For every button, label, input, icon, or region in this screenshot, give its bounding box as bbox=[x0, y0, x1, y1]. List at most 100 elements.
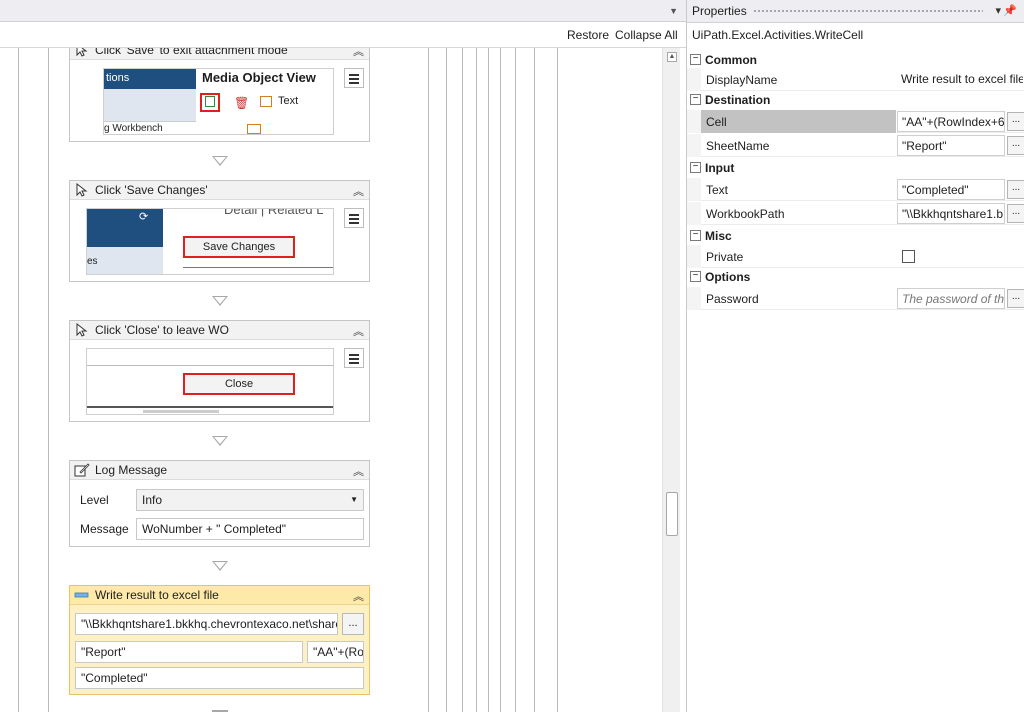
designer-vertical-scrollbar[interactable]: ▲ bbox=[662, 48, 680, 712]
thumb-text: tions bbox=[106, 72, 130, 84]
workbookpath-ellipsis-button[interactable]: ... bbox=[1007, 204, 1024, 223]
screenshot-thumbnail: ⟳ es Detail | Related L Save Changes bbox=[86, 208, 334, 275]
sequence-lane bbox=[534, 48, 535, 712]
sequence-lane bbox=[515, 48, 516, 712]
collapse-chevron-icon[interactable]: ︽ bbox=[353, 323, 364, 339]
workbook-path-input[interactable]: "\\Bkkhqntshare1.bkkhq.chevrontexaco.net… bbox=[75, 613, 338, 635]
collapse-toggle[interactable]: − bbox=[690, 162, 701, 173]
collapse-all-button[interactable]: Collapse All bbox=[615, 28, 678, 42]
category-name: Input bbox=[705, 161, 735, 175]
screenshot-thumbnail: tions g Workbench Media Object View 🗑 Te… bbox=[103, 68, 334, 135]
activity-click-close[interactable]: Click 'Close' to leave WO ︽ Close bbox=[69, 320, 370, 422]
collapse-chevron-icon[interactable]: ︽ bbox=[353, 588, 364, 604]
dropdown-icon[interactable]: ▾ bbox=[995, 4, 1001, 17]
collapse-toggle[interactable]: − bbox=[690, 54, 701, 65]
activity-header[interactable]: Click 'Close' to leave WO ︽ bbox=[70, 321, 369, 340]
sequence-lane bbox=[48, 48, 49, 712]
flow-connector-arrow bbox=[212, 561, 228, 571]
activity-header[interactable]: Log Message ︽ bbox=[70, 461, 369, 480]
cell-value-input[interactable]: "AA"+(RowIndex+6 bbox=[897, 111, 1005, 132]
property-name: Cell bbox=[706, 115, 727, 129]
cell-input[interactable]: "AA"+(Ro bbox=[307, 641, 364, 663]
designer-tab-strip: ▼ bbox=[0, 0, 686, 22]
sheet-name-input[interactable]: "Report" bbox=[75, 641, 303, 663]
workbook-path-browse-button[interactable]: ... bbox=[342, 613, 364, 635]
sequence-lane bbox=[488, 48, 489, 712]
text-ellipsis-button[interactable]: ... bbox=[1007, 180, 1024, 199]
activity-title: Click 'Save Changes' bbox=[95, 183, 208, 197]
sequence-lane bbox=[462, 48, 463, 712]
save-icon bbox=[205, 96, 215, 107]
collapse-chevron-icon[interactable]: ︽ bbox=[353, 48, 364, 59]
property-row-text[interactable]: Text "Completed" ... bbox=[687, 178, 1024, 201]
property-row-displayname[interactable]: DisplayName Write result to excel file bbox=[687, 68, 1024, 91]
category-misc: − Misc bbox=[687, 226, 1024, 246]
drag-grip[interactable] bbox=[753, 9, 983, 14]
activity-log-message[interactable]: Log Message ︽ Level Info ▼ Message WoNum… bbox=[69, 460, 370, 547]
property-row-cell[interactable]: Cell "AA"+(RowIndex+6 ... bbox=[687, 110, 1024, 133]
delete-icon: 🗑 bbox=[234, 96, 250, 110]
category-name: Common bbox=[705, 53, 757, 67]
activity-menu-button[interactable] bbox=[344, 68, 364, 88]
tab-dropdown-icon[interactable]: ▼ bbox=[669, 6, 678, 16]
cursor-arrow-icon bbox=[74, 322, 88, 337]
message-input[interactable]: WoNumber + " Completed" bbox=[136, 518, 364, 540]
property-name: SheetName bbox=[706, 139, 770, 153]
sheetname-ellipsis-button[interactable]: ... bbox=[1007, 136, 1024, 155]
workflow-designer: ▼ Restore Collapse All Click 'Save' to e… bbox=[0, 0, 686, 712]
activity-title: Click 'Close' to leave WO bbox=[95, 323, 229, 337]
private-checkbox[interactable] bbox=[902, 250, 915, 263]
text-input[interactable]: "Completed" bbox=[75, 667, 364, 689]
thumb-text: Text bbox=[278, 95, 299, 107]
category-name: Options bbox=[705, 270, 751, 284]
properties-panel: Properties ▾ 📌 UiPath.Excel.Activities.W… bbox=[686, 0, 1024, 712]
restore-button[interactable]: Restore bbox=[567, 28, 609, 42]
activity-type-name: UiPath.Excel.Activities.WriteCell bbox=[692, 28, 864, 42]
collapse-toggle[interactable]: − bbox=[690, 271, 701, 282]
activity-write-cell[interactable]: Write result to excel file ︽ "\\Bkkhqnts… bbox=[69, 585, 370, 695]
activity-menu-button[interactable] bbox=[344, 208, 364, 228]
activity-click-save[interactable]: Click 'Save' to exit attachment mode ︽ t… bbox=[69, 48, 370, 142]
activity-menu-button[interactable] bbox=[344, 348, 364, 368]
activity-header[interactable]: Click 'Save' to exit attachment mode ︽ bbox=[70, 48, 369, 60]
sheetname-value-input[interactable]: "Report" bbox=[897, 135, 1005, 156]
sequence-lane bbox=[428, 48, 429, 712]
property-row-private[interactable]: Private bbox=[687, 245, 1024, 268]
activity-header[interactable]: Write result to excel file ︽ bbox=[70, 586, 369, 605]
activity-title: Log Message bbox=[95, 463, 168, 477]
workbookpath-value-input[interactable]: "\\Bkkhqntshare1.b bbox=[897, 203, 1005, 224]
flow-connector-arrow bbox=[212, 156, 228, 166]
password-value-input[interactable]: The password of the bbox=[897, 288, 1005, 309]
property-row-workbookpath[interactable]: WorkbookPath "\\Bkkhqntshare1.b ... bbox=[687, 202, 1024, 225]
level-select[interactable]: Info ▼ bbox=[136, 489, 364, 511]
scroll-thumb[interactable] bbox=[666, 492, 678, 536]
level-label: Level bbox=[80, 493, 109, 507]
pin-icon[interactable]: 📌 bbox=[1003, 4, 1017, 17]
sequence-lane bbox=[18, 48, 19, 712]
thumb-text: g Workbench bbox=[104, 123, 163, 134]
property-row-sheetname[interactable]: SheetName "Report" ... bbox=[687, 134, 1024, 157]
chevron-down-icon: ▼ bbox=[350, 495, 358, 504]
collapse-toggle[interactable]: − bbox=[690, 230, 701, 241]
password-ellipsis-button[interactable]: ... bbox=[1007, 289, 1024, 308]
collapse-toggle[interactable]: − bbox=[690, 94, 701, 105]
scroll-up-icon[interactable]: ▲ bbox=[667, 52, 677, 62]
properties-title-bar: Properties ▾ 📌 bbox=[687, 0, 1024, 23]
activity-header[interactable]: Click 'Save Changes' ︽ bbox=[70, 181, 369, 200]
category-common: − Common bbox=[687, 50, 1024, 70]
property-row-password[interactable]: Password The password of the ... bbox=[687, 287, 1024, 310]
displayname-value[interactable]: Write result to excel file bbox=[897, 69, 1023, 90]
thumb-text: Media Object View bbox=[202, 70, 316, 85]
log-message-icon bbox=[74, 463, 90, 477]
thumb-text: es bbox=[87, 256, 98, 267]
collapse-chevron-icon[interactable]: ︽ bbox=[353, 463, 364, 479]
property-name: Private bbox=[706, 250, 744, 264]
activity-click-save-changes[interactable]: Click 'Save Changes' ︽ ⟳ es Detail | Rel… bbox=[69, 180, 370, 282]
collapse-chevron-icon[interactable]: ︽ bbox=[353, 183, 364, 199]
activity-title: Click 'Save' to exit attachment mode bbox=[95, 48, 288, 57]
thumb-close-button: Close bbox=[183, 373, 295, 395]
text-value-input[interactable]: "Completed" bbox=[897, 179, 1005, 200]
category-input: − Input bbox=[687, 158, 1024, 178]
cursor-arrow-icon bbox=[74, 48, 88, 57]
cell-ellipsis-button[interactable]: ... bbox=[1007, 112, 1024, 131]
